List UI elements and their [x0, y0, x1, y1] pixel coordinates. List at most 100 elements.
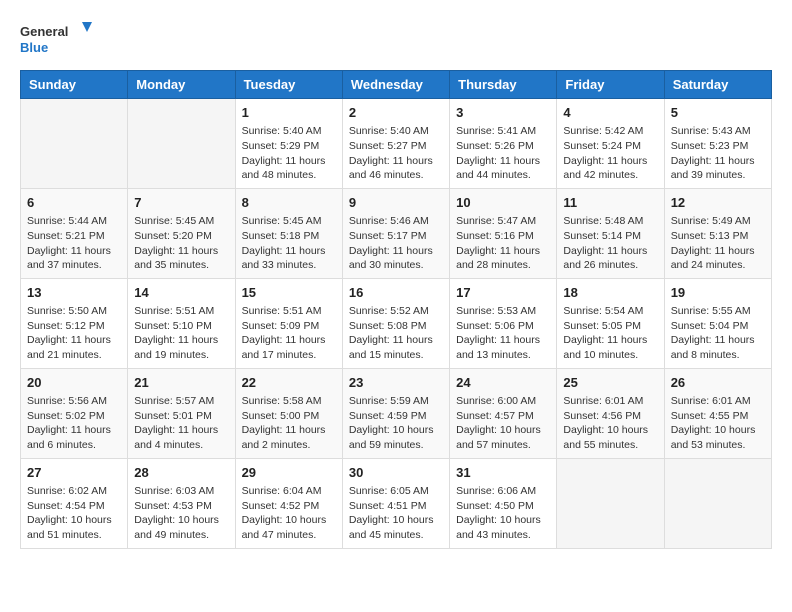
- day-info: Sunrise: 5:51 AMSunset: 5:10 PMDaylight:…: [134, 304, 228, 363]
- day-info: Sunrise: 5:42 AMSunset: 5:24 PMDaylight:…: [563, 124, 657, 183]
- day-number: 19: [671, 284, 765, 302]
- calendar-cell: 20 Sunrise: 5:56 AMSunset: 5:02 PMDayligh…: [21, 368, 128, 458]
- day-number: 12: [671, 194, 765, 212]
- day-info: Sunrise: 5:46 AMSunset: 5:17 PMDaylight:…: [349, 214, 443, 273]
- day-info: Sunrise: 5:54 AMSunset: 5:05 PMDaylight:…: [563, 304, 657, 363]
- calendar-cell: 21Sunrise: 5:57 AMSunset: 5:01 PMDayligh…: [128, 368, 235, 458]
- day-info: Sunrise: 5:40 AMSunset: 5:29 PMDaylight:…: [242, 124, 336, 183]
- calendar-cell: 22Sunrise: 5:58 AMSunset: 5:00 PMDayligh…: [235, 368, 342, 458]
- calendar-cell: 13 Sunrise: 5:50 AMSunset: 5:12 PMDayligh…: [21, 278, 128, 368]
- calendar-cell: 27Sunrise: 6:02 AMSunset: 4:54 PMDayligh…: [21, 458, 128, 548]
- day-number: 24: [456, 374, 550, 392]
- day-number: 10: [456, 194, 550, 212]
- day-number: 16: [349, 284, 443, 302]
- day-number: 1: [242, 104, 336, 122]
- day-info: Sunrise: 5:58 AMSunset: 5:00 PMDaylight:…: [242, 394, 336, 453]
- calendar-cell: 23 Sunrise: 5:59 AMSunset: 4:59 PMDayligh…: [342, 368, 449, 458]
- day-info: Sunrise: 6:04 AMSunset: 4:52 PMDaylight:…: [242, 484, 336, 543]
- day-number: 21: [134, 374, 228, 392]
- day-info: Sunrise: 5:51 AMSunset: 5:09 PMDaylight:…: [242, 304, 336, 363]
- week-row-2: 6Sunrise: 5:44 AMSunset: 5:21 PMDaylight…: [21, 188, 772, 278]
- week-row-4: 20 Sunrise: 5:56 AMSunset: 5:02 PMDayligh…: [21, 368, 772, 458]
- day-info: Sunrise: 6:02 AMSunset: 4:54 PMDaylight:…: [27, 484, 121, 543]
- day-info: Sunrise: 5:45 AMSunset: 5:18 PMDaylight:…: [242, 214, 336, 273]
- day-number: 25: [563, 374, 657, 392]
- day-number: 26: [671, 374, 765, 392]
- header-friday: Friday: [557, 71, 664, 99]
- day-info: Sunrise: 6:00 AMSunset: 4:57 PMDaylight:…: [456, 394, 550, 453]
- day-number: 3: [456, 104, 550, 122]
- day-info: Sunrise: 6:01 AMSunset: 4:55 PMDaylight:…: [671, 394, 765, 453]
- calendar-cell: 6Sunrise: 5:44 AMSunset: 5:21 PMDaylight…: [21, 188, 128, 278]
- calendar-cell: 2 Sunrise: 5:40 AMSunset: 5:27 PMDaylight…: [342, 99, 449, 189]
- day-number: 9: [349, 194, 443, 212]
- day-number: 5: [671, 104, 765, 122]
- logo-svg: General Blue: [20, 20, 100, 60]
- header-tuesday: Tuesday: [235, 71, 342, 99]
- day-info: Sunrise: 5:43 AMSunset: 5:23 PMDaylight:…: [671, 124, 765, 183]
- day-info: Sunrise: 5:40 AMSunset: 5:27 PMDaylight:…: [349, 124, 443, 183]
- calendar-cell: 11 Sunrise: 5:48 AMSunset: 5:14 PMDayligh…: [557, 188, 664, 278]
- day-info: Sunrise: 5:41 AMSunset: 5:26 PMDaylight:…: [456, 124, 550, 183]
- day-info: Sunrise: 5:59 AMSunset: 4:59 PMDaylight:…: [349, 394, 443, 453]
- calendar-cell: 9 Sunrise: 5:46 AMSunset: 5:17 PMDaylight…: [342, 188, 449, 278]
- day-info: Sunrise: 5:49 AMSunset: 5:13 PMDaylight:…: [671, 214, 765, 273]
- calendar-cell: 15 Sunrise: 5:51 AMSunset: 5:09 PMDayligh…: [235, 278, 342, 368]
- calendar-cell: 31 Sunrise: 6:06 AMSunset: 4:50 PMDayligh…: [450, 458, 557, 548]
- logo: General Blue: [20, 20, 100, 60]
- calendar-cell: [664, 458, 771, 548]
- header: General Blue: [20, 20, 772, 60]
- header-sunday: Sunday: [21, 71, 128, 99]
- calendar-cell: 24 Sunrise: 6:00 AMSunset: 4:57 PMDayligh…: [450, 368, 557, 458]
- calendar-cell: [557, 458, 664, 548]
- calendar-cell: 19Sunrise: 5:55 AMSunset: 5:04 PMDayligh…: [664, 278, 771, 368]
- day-number: 2: [349, 104, 443, 122]
- day-number: 31: [456, 464, 550, 482]
- day-info: Sunrise: 6:01 AMSunset: 4:56 PMDaylight:…: [563, 394, 657, 453]
- calendar-cell: 3 Sunrise: 5:41 AMSunset: 5:26 PMDaylight…: [450, 99, 557, 189]
- calendar-cell: 12 Sunrise: 5:49 AMSunset: 5:13 PMDayligh…: [664, 188, 771, 278]
- calendar-cell: 17 Sunrise: 5:53 AMSunset: 5:06 PMDayligh…: [450, 278, 557, 368]
- calendar-cell: 7Sunrise: 5:45 AMSunset: 5:20 PMDaylight…: [128, 188, 235, 278]
- day-info: Sunrise: 5:56 AMSunset: 5:02 PMDaylight:…: [27, 394, 121, 453]
- day-number: 13: [27, 284, 121, 302]
- day-number: 20: [27, 374, 121, 392]
- calendar-cell: 10 Sunrise: 5:47 AMSunset: 5:16 PMDayligh…: [450, 188, 557, 278]
- day-info: Sunrise: 5:48 AMSunset: 5:14 PMDaylight:…: [563, 214, 657, 273]
- header-saturday: Saturday: [664, 71, 771, 99]
- header-wednesday: Wednesday: [342, 71, 449, 99]
- calendar-cell: 8 Sunrise: 5:45 AMSunset: 5:18 PMDaylight…: [235, 188, 342, 278]
- calendar-cell: 30 Sunrise: 6:05 AMSunset: 4:51 PMDayligh…: [342, 458, 449, 548]
- day-number: 23: [349, 374, 443, 392]
- day-number: 30: [349, 464, 443, 482]
- day-number: 15: [242, 284, 336, 302]
- day-number: 8: [242, 194, 336, 212]
- day-info: Sunrise: 5:47 AMSunset: 5:16 PMDaylight:…: [456, 214, 550, 273]
- day-info: Sunrise: 5:50 AMSunset: 5:12 PMDaylight:…: [27, 304, 121, 363]
- header-monday: Monday: [128, 71, 235, 99]
- day-info: Sunrise: 6:05 AMSunset: 4:51 PMDaylight:…: [349, 484, 443, 543]
- day-number: 18: [563, 284, 657, 302]
- calendar-cell: [128, 99, 235, 189]
- day-number: 14: [134, 284, 228, 302]
- svg-text:Blue: Blue: [20, 40, 48, 55]
- day-info: Sunrise: 6:03 AMSunset: 4:53 PMDaylight:…: [134, 484, 228, 543]
- week-row-3: 13 Sunrise: 5:50 AMSunset: 5:12 PMDayligh…: [21, 278, 772, 368]
- day-number: 11: [563, 194, 657, 212]
- calendar-cell: 14 Sunrise: 5:51 AMSunset: 5:10 PMDayligh…: [128, 278, 235, 368]
- calendar: SundayMondayTuesdayWednesdayThursdayFrid…: [20, 70, 772, 549]
- calendar-cell: 16Sunrise: 5:52 AMSunset: 5:08 PMDayligh…: [342, 278, 449, 368]
- day-info: Sunrise: 5:44 AMSunset: 5:21 PMDaylight:…: [27, 214, 121, 273]
- day-info: Sunrise: 5:53 AMSunset: 5:06 PMDaylight:…: [456, 304, 550, 363]
- day-info: Sunrise: 6:06 AMSunset: 4:50 PMDaylight:…: [456, 484, 550, 543]
- day-number: 17: [456, 284, 550, 302]
- calendar-cell: 25 Sunrise: 6:01 AMSunset: 4:56 PMDayligh…: [557, 368, 664, 458]
- calendar-cell: [21, 99, 128, 189]
- day-number: 28: [134, 464, 228, 482]
- day-number: 29: [242, 464, 336, 482]
- calendar-cell: 5 Sunrise: 5:43 AMSunset: 5:23 PMDaylight…: [664, 99, 771, 189]
- calendar-header-row: SundayMondayTuesdayWednesdayThursdayFrid…: [21, 71, 772, 99]
- calendar-cell: 26 Sunrise: 6:01 AMSunset: 4:55 PMDayligh…: [664, 368, 771, 458]
- day-info: Sunrise: 5:45 AMSunset: 5:20 PMDaylight:…: [134, 214, 228, 273]
- week-row-1: 1 Sunrise: 5:40 AMSunset: 5:29 PMDaylight…: [21, 99, 772, 189]
